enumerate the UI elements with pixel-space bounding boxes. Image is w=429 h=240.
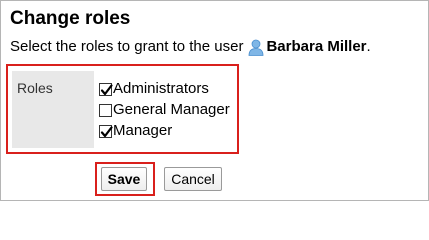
instruction-trailing: . [366, 38, 371, 55]
save-highlight-box [95, 162, 155, 196]
user-name: Barbara Miller [266, 38, 367, 55]
instruction-label: Select the roles to grant to the user [10, 38, 244, 55]
cancel-button[interactable]: Cancel [164, 167, 222, 191]
instruction-text: Select the roles to grant to the user Ba… [10, 37, 371, 57]
user-icon [248, 39, 264, 56]
dialog-panel: Change roles Select the roles to grant t… [0, 0, 429, 201]
roles-highlight-box [6, 64, 239, 154]
page-title: Change roles [10, 8, 131, 29]
